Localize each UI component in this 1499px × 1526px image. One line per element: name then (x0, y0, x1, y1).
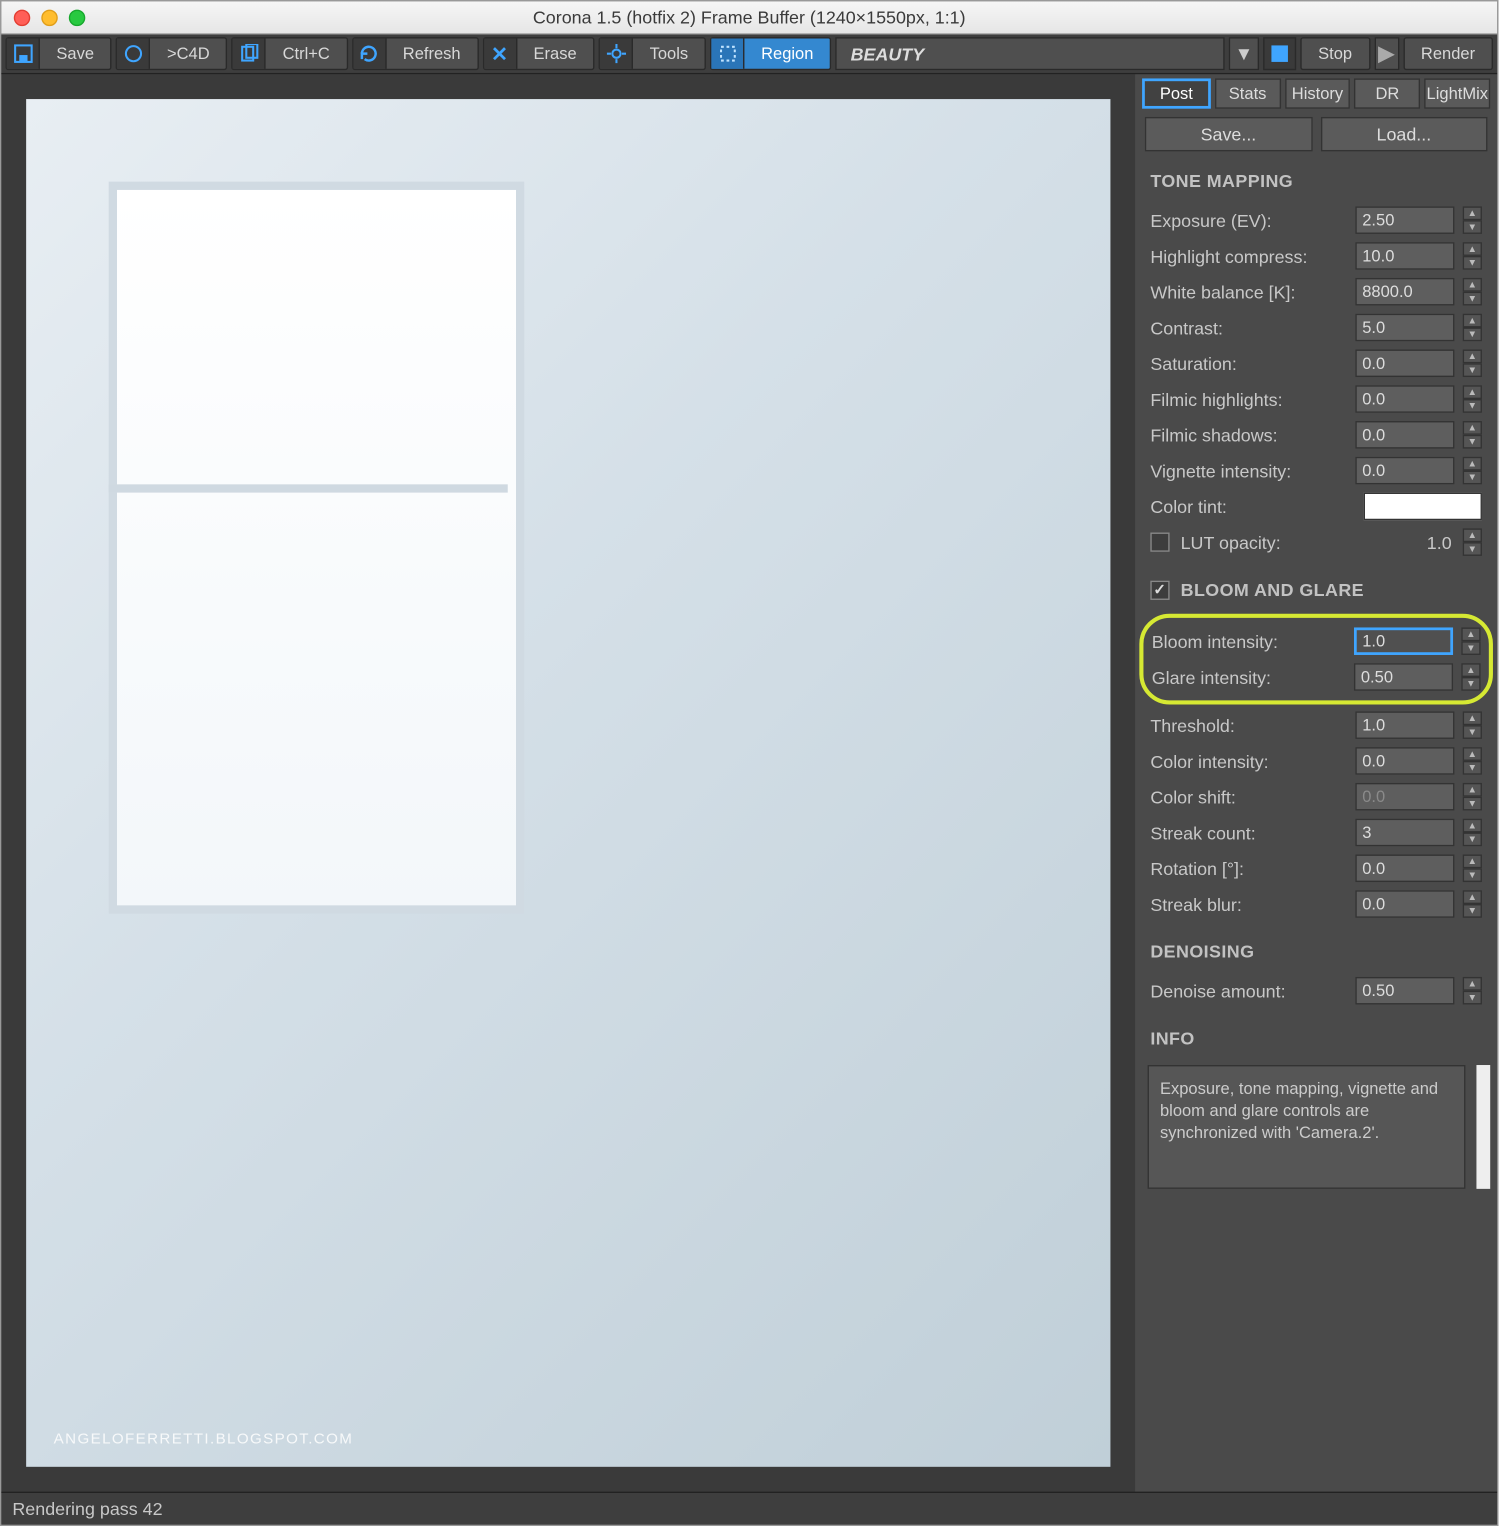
exposure-spinner[interactable]: ▲▼ (1463, 206, 1482, 234)
glare-intensity-label: Glare intensity: (1152, 667, 1346, 688)
threshold-input[interactable]: 1.0 (1355, 711, 1454, 739)
frame-buffer-window: Corona 1.5 (hotfix 2) Frame Buffer (1240… (0, 0, 1498, 1526)
stop-indicator-icon (1263, 37, 1296, 70)
color-intensity-spinner[interactable]: ▲▼ (1463, 747, 1482, 775)
rotation-input[interactable]: 0.0 (1355, 854, 1454, 882)
color-tint-label: Color tint: (1150, 496, 1355, 517)
to-c4d-button[interactable]: >C4D (116, 37, 227, 70)
viewport[interactable]: ANGELOFERRETTI.BLOGSPOT.COM (1, 74, 1135, 1491)
highlight-label: Highlight compress: (1150, 246, 1347, 267)
streak-count-input[interactable]: 3 (1355, 819, 1454, 847)
section-denoising: DENOISING (1142, 936, 1490, 973)
streak-count-label: Streak count: (1150, 822, 1347, 843)
play-icon[interactable]: ▶ (1374, 37, 1399, 70)
tab-post[interactable]: Post (1142, 78, 1211, 108)
bloom-enable-checkbox[interactable]: ✓ (1150, 580, 1169, 599)
window-title: Corona 1.5 (hotfix 2) Frame Buffer (1240… (1, 7, 1497, 28)
filmic-shadows-input[interactable]: 0.0 (1355, 421, 1454, 449)
vignette-spinner[interactable]: ▲▼ (1463, 457, 1482, 485)
load-post-button[interactable]: Load... (1320, 117, 1487, 151)
color-tint-swatch[interactable] (1364, 493, 1482, 521)
tab-stats[interactable]: Stats (1215, 78, 1281, 108)
contrast-spinner[interactable]: ▲▼ (1463, 314, 1482, 342)
color-intensity-label: Color intensity: (1150, 751, 1347, 772)
tools-button[interactable]: Tools (599, 37, 706, 70)
watermark: ANGELOFERRETTI.BLOGSPOT.COM (54, 1431, 354, 1448)
filmic-shadows-spinner[interactable]: ▲▼ (1463, 421, 1482, 449)
contrast-label: Contrast: (1150, 317, 1347, 338)
filmic-highlights-label: Filmic highlights: (1150, 389, 1347, 410)
glare-intensity-input[interactable]: 0.50 (1354, 663, 1453, 691)
lut-checkbox[interactable] (1150, 533, 1169, 552)
bloom-intensity-spinner[interactable]: ▲▼ (1461, 627, 1480, 655)
contrast-input[interactable]: 5.0 (1355, 314, 1454, 342)
threshold-spinner[interactable]: ▲▼ (1463, 711, 1482, 739)
streak-blur-spinner[interactable]: ▲▼ (1463, 890, 1482, 918)
stop-button[interactable]: Stop (1300, 37, 1370, 70)
bloom-intensity-label: Bloom intensity: (1152, 631, 1346, 652)
status-bar: Rendering pass 42 (1, 1492, 1497, 1525)
render-pass-name[interactable]: BEAUTY (835, 37, 1224, 70)
rotation-label: Rotation [°]: (1150, 858, 1347, 879)
rotation-spinner[interactable]: ▲▼ (1463, 854, 1482, 882)
denoise-input[interactable]: 0.50 (1355, 977, 1454, 1005)
region-button[interactable]: Region (710, 37, 831, 70)
threshold-label: Threshold: (1150, 715, 1347, 736)
info-scrollbar[interactable] (1476, 1065, 1490, 1189)
saturation-input[interactable]: 0.0 (1355, 350, 1454, 378)
lut-label: LUT opacity: (1181, 532, 1416, 553)
saturation-label: Saturation: (1150, 353, 1347, 374)
filmic-highlights-input[interactable]: 0.0 (1355, 385, 1454, 413)
bloom-intensity-input[interactable]: 1.0 (1354, 627, 1453, 655)
section-info: INFO (1142, 1022, 1490, 1059)
exposure-label: Exposure (EV): (1150, 210, 1347, 231)
side-panel: Post Stats History DR LightMix Save... L… (1135, 74, 1497, 1491)
render-button[interactable]: Render (1403, 37, 1493, 70)
erase-button[interactable]: Erase (483, 37, 595, 70)
saturation-spinner[interactable]: ▲▼ (1463, 350, 1482, 378)
filmic-shadows-label: Filmic shadows: (1150, 424, 1347, 445)
filmic-highlights-spinner[interactable]: ▲▼ (1463, 385, 1482, 413)
whitebalance-label: White balance [K]: (1150, 281, 1347, 302)
titlebar: Corona 1.5 (hotfix 2) Frame Buffer (1240… (1, 1, 1497, 34)
copy-button[interactable]: Ctrl+C (232, 37, 348, 70)
color-shift-label: Color shift: (1150, 786, 1347, 807)
section-tone-mapping: TONE MAPPING (1142, 165, 1490, 202)
info-text: Exposure, tone mapping, vignette and blo… (1148, 1065, 1466, 1189)
streak-count-spinner[interactable]: ▲▼ (1463, 819, 1482, 847)
streak-blur-input[interactable]: 0.0 (1355, 890, 1454, 918)
denoise-spinner[interactable]: ▲▼ (1463, 977, 1482, 1005)
highlight-input[interactable]: 10.0 (1355, 242, 1454, 270)
pass-dropdown-icon[interactable]: ▾ (1229, 37, 1259, 70)
color-intensity-input[interactable]: 0.0 (1355, 747, 1454, 775)
denoise-label: Denoise amount: (1150, 980, 1347, 1001)
lut-input[interactable]: 1.0 (1427, 532, 1452, 553)
vignette-label: Vignette intensity: (1150, 460, 1347, 481)
section-bloom-glare: ✓BLOOM AND GLARE (1142, 574, 1490, 611)
whitebalance-input[interactable]: 8800.0 (1355, 278, 1454, 306)
streak-blur-label: Streak blur: (1150, 894, 1347, 915)
toolbar: Save >C4D Ctrl+C Refresh Erase Tools Reg… (1, 34, 1497, 74)
tab-lightmix[interactable]: LightMix (1424, 78, 1490, 108)
color-shift-input[interactable]: 0.0 (1355, 783, 1454, 811)
vignette-input[interactable]: 0.0 (1355, 457, 1454, 485)
save-post-button[interactable]: Save... (1145, 117, 1312, 151)
lut-spinner[interactable]: ▲▼ (1463, 528, 1482, 556)
highlight-annotation: Bloom intensity: 1.0 ▲▼ Glare intensity: 0.… (1139, 614, 1493, 705)
color-shift-spinner[interactable]: ▲▼ (1463, 783, 1482, 811)
tab-dr[interactable]: DR (1355, 78, 1421, 108)
glare-intensity-spinner[interactable]: ▲▼ (1461, 663, 1480, 691)
tab-history[interactable]: History (1285, 78, 1351, 108)
render-image: ANGELOFERRETTI.BLOGSPOT.COM (26, 99, 1110, 1467)
refresh-button[interactable]: Refresh (352, 37, 479, 70)
save-button[interactable]: Save (6, 37, 112, 70)
highlight-spinner[interactable]: ▲▼ (1463, 242, 1482, 270)
whitebalance-spinner[interactable]: ▲▼ (1463, 278, 1482, 306)
exposure-input[interactable]: 2.50 (1355, 206, 1454, 234)
